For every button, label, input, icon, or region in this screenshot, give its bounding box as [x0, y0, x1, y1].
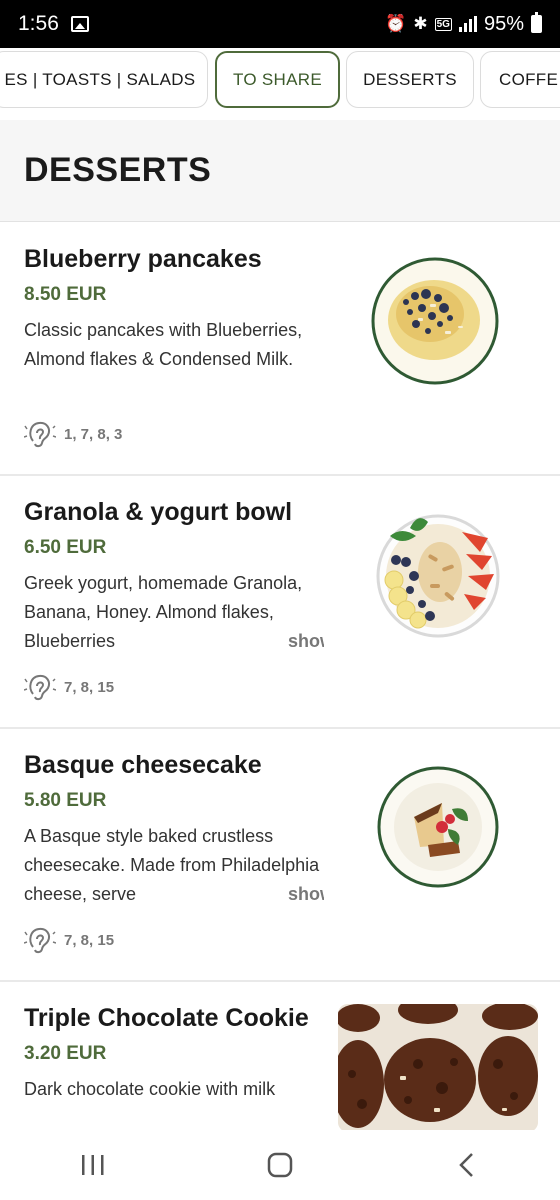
system-navigation-bar — [0, 1130, 560, 1200]
recent-apps-icon — [82, 1155, 104, 1175]
dish-image — [376, 765, 500, 889]
section-header: DESSERTS — [0, 120, 560, 222]
recent-apps-button[interactable] — [63, 1140, 123, 1190]
show-more-link[interactable]: show — [247, 880, 324, 909]
alarm-icon: ⏰ — [385, 14, 407, 33]
menu-item-granola-yogurt-bowl[interactable]: Granola & yogurt bowl 6.50 EUR Greek yog… — [0, 476, 560, 729]
gallery-notification-icon — [70, 16, 89, 32]
status-time: 1:56 — [18, 12, 59, 35]
item-price: 6.50 EUR — [24, 537, 107, 558]
menu-item-triple-chocolate-cookie[interactable]: Triple Chocolate Cookie 3.20 EUR Dark ch… — [0, 982, 560, 1142]
tab-toasts-salads[interactable]: ES | TOASTS | SALADS — [0, 51, 208, 108]
battery-percent: 95% — [483, 12, 524, 35]
item-description: A Basque style baked crustless cheesecak… — [24, 822, 324, 909]
item-description: Classic pancakes with Blueberries, Almon… — [24, 320, 303, 369]
cheesecake-plate-image — [377, 766, 499, 888]
item-name: Blueberry pancakes — [24, 245, 262, 273]
category-tabs: ES | TOASTS | SALADS TO SHARE DESSERTS C… — [0, 48, 560, 120]
item-text: Triple Chocolate Cookie 3.20 EUR Dark ch… — [24, 1004, 314, 1104]
section-title: DESSERTS — [24, 151, 212, 189]
back-button[interactable] — [437, 1140, 497, 1190]
menu-item-blueberry-pancakes[interactable]: Blueberry pancakes 8.50 EUR Classic panc… — [0, 223, 560, 476]
item-name: Basque cheesecake — [24, 751, 262, 779]
item-text: Basque cheesecake 5.80 EUR A Basque styl… — [24, 751, 324, 909]
pancakes-plate-image — [371, 257, 499, 385]
allergen-codes: 7, 8, 15 — [64, 678, 115, 696]
item-text: Granola & yogurt bowl 6.50 EUR Greek yog… — [24, 498, 324, 656]
status-bar: 1:56 ⏰ ✱ 5G 95% — [0, 0, 560, 48]
allergen-info: 1, 7, 8, 3 — [24, 419, 122, 449]
cookies-image — [338, 1004, 538, 1132]
bluetooth-icon: ✱ — [413, 14, 428, 33]
allergen-codes: 7, 8, 15 — [64, 931, 115, 949]
allergen-ear-icon — [24, 674, 56, 701]
show-more-link[interactable]: show — [247, 627, 324, 656]
item-price: 3.20 EUR — [24, 1043, 107, 1064]
dish-image — [370, 506, 504, 640]
item-name: Granola & yogurt bowl — [24, 498, 293, 526]
home-button[interactable] — [250, 1140, 310, 1190]
signal-icon — [458, 16, 477, 32]
item-description: Greek yogurt, homemade Granola, Banana, … — [24, 569, 324, 656]
allergen-ear-icon — [24, 421, 56, 448]
allergen-codes: 1, 7, 8, 3 — [64, 425, 123, 443]
dish-image — [338, 1004, 538, 1132]
item-description: Dark chocolate cookie with milk — [24, 1079, 276, 1099]
allergen-info: 7, 8, 15 — [24, 672, 114, 702]
menu-item-basque-cheesecake[interactable]: Basque cheesecake 5.80 EUR A Basque styl… — [0, 729, 560, 982]
status-indicators: ⏰ ✱ 5G 95% — [385, 12, 542, 36]
allergen-info: 7, 8, 15 — [24, 925, 114, 955]
network-type-icon: 5G — [434, 17, 452, 31]
tab-coffee[interactable]: COFFE — [480, 51, 560, 108]
item-name: Triple Chocolate Cookie — [24, 1004, 309, 1032]
battery-icon — [531, 12, 542, 33]
tab-to-share[interactable]: TO SHARE — [215, 51, 340, 108]
allergen-ear-icon — [24, 927, 56, 954]
back-icon — [458, 1153, 473, 1177]
home-icon — [267, 1152, 293, 1178]
item-price: 5.80 EUR — [24, 790, 107, 811]
granola-bowl-image — [376, 514, 500, 638]
item-text: Blueberry pancakes 8.50 EUR Classic panc… — [24, 245, 324, 374]
item-price: 8.50 EUR — [24, 284, 107, 305]
dish-image — [370, 256, 500, 386]
tab-desserts[interactable]: DESSERTS — [346, 51, 474, 108]
